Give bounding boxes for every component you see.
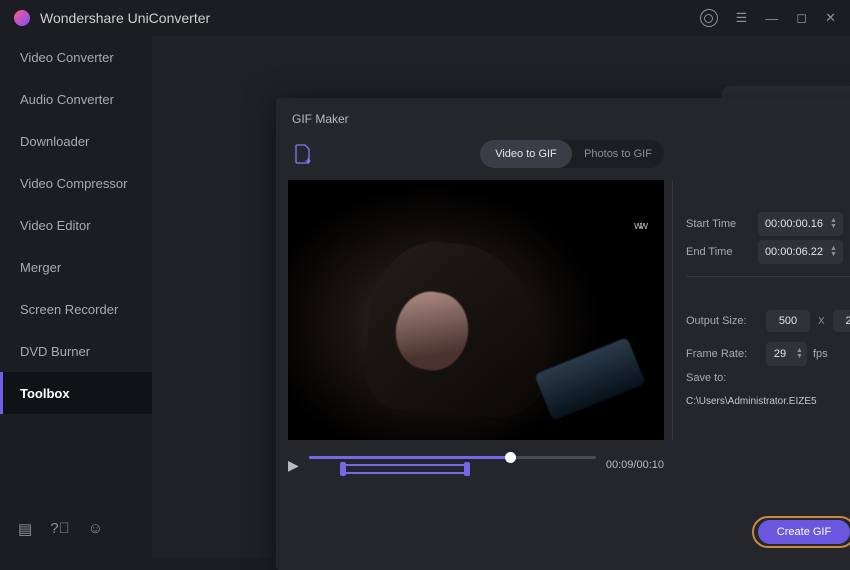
tab-photos-to-gif[interactable]: Photos to GIF bbox=[572, 140, 664, 168]
app-logo-icon bbox=[14, 10, 30, 26]
close-window-icon[interactable]: ✕ bbox=[825, 10, 836, 26]
source-segmented: Video to GIF Photos to GIF bbox=[480, 140, 664, 168]
stepper-arrows-icon[interactable]: ▲▼ bbox=[830, 246, 837, 258]
sidebar-item-audio-converter[interactable]: Audio Converter bbox=[0, 78, 152, 120]
frame-rate-unit: fps bbox=[813, 348, 828, 360]
book-icon[interactable]: ▤ bbox=[18, 520, 32, 538]
sidebar-item-label: Downloader bbox=[20, 134, 89, 149]
start-time-value: 00:00:00.16 bbox=[764, 218, 824, 230]
range-start-handle[interactable] bbox=[340, 462, 346, 476]
sidebar-item-merger[interactable]: Merger bbox=[0, 246, 152, 288]
button-label: Create GIF bbox=[777, 526, 831, 538]
account-icon[interactable] bbox=[700, 9, 718, 27]
divider bbox=[686, 276, 850, 277]
frame-rate-stepper[interactable]: 29 ▲▼ bbox=[766, 342, 807, 366]
sidebar: Video Converter Audio Converter Download… bbox=[0, 36, 152, 558]
maximize-icon[interactable]: ◻ bbox=[796, 10, 807, 26]
sidebar-item-label: Audio Converter bbox=[20, 92, 114, 107]
app-title: Wondershare UniConverter bbox=[40, 10, 700, 26]
dialog-title: GIF Maker bbox=[292, 112, 349, 126]
sidebar-item-label: DVD Burner bbox=[20, 344, 90, 359]
gif-maker-dialog: GIF Maker ✕ Video to GIF Photos to GIF w… bbox=[276, 98, 850, 570]
users-icon[interactable]: ☺ bbox=[88, 520, 103, 538]
sidebar-item-label: Merger bbox=[20, 260, 61, 275]
save-path: C:\Users\Administrator.EIZE5 bbox=[686, 396, 842, 407]
save-to-label: Save to: bbox=[686, 372, 758, 384]
end-time-label: End Time bbox=[686, 246, 758, 258]
frame-rate-label: Frame Rate: bbox=[686, 348, 766, 360]
stepper-arrows-icon[interactable]: ▲▼ bbox=[796, 348, 803, 360]
divider bbox=[672, 180, 673, 440]
help-icon[interactable]: ?⃝ bbox=[50, 520, 70, 538]
menu-icon[interactable]: ☰ bbox=[736, 10, 748, 26]
range-end-handle[interactable] bbox=[464, 462, 470, 476]
create-gif-button[interactable]: Create GIF bbox=[758, 520, 850, 544]
tab-label: Video to GIF bbox=[495, 148, 557, 160]
video-preview[interactable]: ww bbox=[288, 180, 664, 440]
sidebar-item-label: Video Converter bbox=[20, 50, 114, 65]
sidebar-item-label: Video Compressor bbox=[20, 176, 127, 191]
video-frame-image bbox=[288, 180, 664, 440]
sidebar-item-screen-recorder[interactable]: Screen Recorder bbox=[0, 288, 152, 330]
stepper-arrows-icon[interactable]: ▲▼ bbox=[830, 218, 837, 230]
play-button[interactable]: ▶ bbox=[288, 457, 299, 474]
output-size-label: Output Size: bbox=[686, 315, 766, 327]
sidebar-item-video-editor[interactable]: Video Editor bbox=[0, 204, 152, 246]
sidebar-item-label: Toolbox bbox=[20, 386, 70, 401]
output-width-input[interactable]: 500 bbox=[766, 310, 810, 332]
x-separator: X bbox=[818, 316, 825, 327]
output-height-input[interactable]: 251 bbox=[833, 310, 850, 332]
main-area: Fix Media Metadata Identify and edit met… bbox=[152, 36, 850, 558]
sidebar-item-video-compressor[interactable]: Video Compressor bbox=[0, 162, 152, 204]
end-time-value: 00:00:06.22 bbox=[764, 246, 824, 258]
sidebar-item-video-converter[interactable]: Video Converter bbox=[0, 36, 152, 78]
tab-video-to-gif[interactable]: Video to GIF bbox=[480, 140, 572, 168]
sidebar-item-label: Video Editor bbox=[20, 218, 91, 233]
timecode: 00:09/00:10 bbox=[606, 459, 664, 471]
start-time-stepper[interactable]: 00:00:00.16 ▲▼ bbox=[758, 212, 843, 236]
minimize-icon[interactable]: ― bbox=[765, 11, 778, 26]
sidebar-item-label: Screen Recorder bbox=[20, 302, 118, 317]
create-gif-highlight: Create GIF bbox=[752, 516, 850, 548]
end-time-stepper[interactable]: 00:00:06.22 ▲▼ bbox=[758, 240, 843, 264]
timeline-slider[interactable] bbox=[309, 454, 596, 476]
add-file-icon[interactable] bbox=[294, 144, 312, 164]
sidebar-item-dvd-burner[interactable]: DVD Burner bbox=[0, 330, 152, 372]
sidebar-item-downloader[interactable]: Downloader bbox=[0, 120, 152, 162]
start-time-label: Start Time bbox=[686, 218, 758, 230]
tab-label: Photos to GIF bbox=[584, 148, 652, 160]
frame-rate-value: 29 bbox=[770, 348, 790, 360]
watermark-icon: ww bbox=[634, 220, 646, 232]
sidebar-item-toolbox[interactable]: Toolbox bbox=[0, 372, 152, 414]
